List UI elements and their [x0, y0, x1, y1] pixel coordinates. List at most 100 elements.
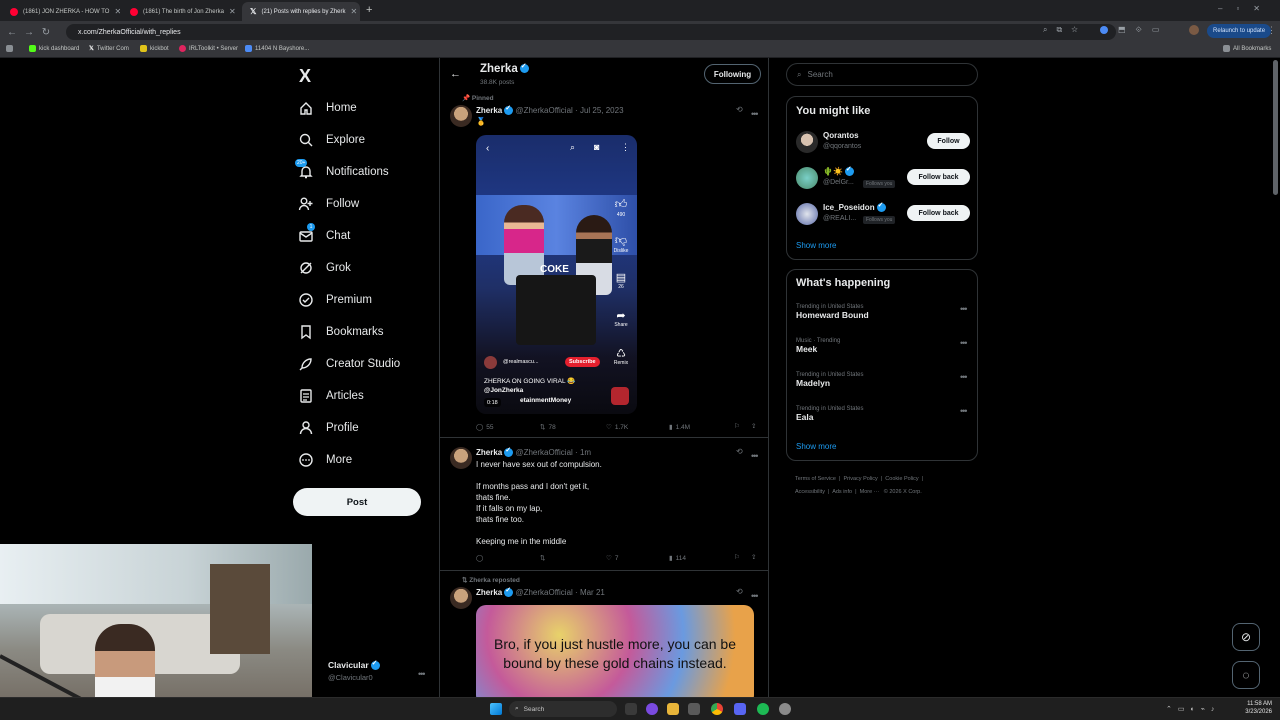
post-date[interactable]: 1m	[580, 448, 591, 457]
account-name[interactable]: Clavicular	[328, 659, 380, 671]
user-handle[interactable]: @DelGr...	[823, 179, 854, 186]
author-handle[interactable]: @ZherkaOfficial	[515, 106, 572, 115]
post-date[interactable]: Jul 25, 2023	[580, 106, 624, 115]
trend-more-icon[interactable]: •••	[960, 406, 968, 416]
trend-more-icon[interactable]: •••	[960, 304, 968, 314]
bookmark-button[interactable]: ⚐	[734, 553, 740, 561]
avatar[interactable]	[450, 105, 472, 127]
trend-item[interactable]: Trending in United States Eala •••	[796, 406, 972, 422]
channel-name[interactable]: @realmascu...	[503, 359, 539, 365]
bookmark-item[interactable]: 11404 N Bayshore...	[245, 45, 309, 52]
windows-start-icon[interactable]	[490, 703, 502, 715]
trend-item[interactable]: Music · Trending Meek •••	[796, 338, 972, 354]
back-arrow-icon[interactable]: ←	[450, 68, 461, 80]
post-more-icon[interactable]: •••	[751, 104, 759, 122]
grok-icon[interactable]: ⟲	[736, 587, 743, 596]
back-icon[interactable]: ←	[4, 24, 20, 40]
repost-button[interactable]: ⇅	[540, 554, 545, 562]
video-player[interactable]: COKE ‹ ⌕ ◙ ⋮ 👍︎ 490 👎︎ Dislike ▤ 26 ➦ Share …	[476, 135, 637, 414]
spotify-icon[interactable]	[757, 703, 769, 715]
taskbar-search[interactable]: ⌕ Search	[509, 701, 617, 717]
forward-icon[interactable]: →	[21, 24, 37, 40]
nav-item-chat[interactable]: 1 Chat	[298, 223, 350, 244]
show-more-link[interactable]: Show more	[796, 241, 836, 250]
footer-link[interactable]: More ···	[860, 489, 880, 495]
nav-item-bookmarks[interactable]: Bookmarks	[298, 324, 384, 340]
close-icon[interactable]: ✕	[114, 7, 120, 16]
close-icon[interactable]: ✕	[229, 7, 236, 16]
nav-item-more[interactable]: More	[298, 452, 352, 468]
discord-icon[interactable]	[734, 703, 746, 715]
video-back-icon[interactable]: ‹	[486, 143, 489, 154]
avatar[interactable]	[796, 203, 818, 225]
reply-button[interactable]: ◯ 55	[476, 423, 494, 432]
grok-icon[interactable]: ⟲	[736, 447, 743, 456]
nav-item-home[interactable]: Home	[298, 100, 357, 116]
author-name[interactable]: Zherka	[476, 106, 502, 115]
apps-icon[interactable]	[6, 45, 13, 52]
post-image[interactable]: Bro, if you just hustle more, you can be…	[476, 605, 754, 698]
nav-item-grok[interactable]: Grok	[298, 260, 351, 276]
post-more-icon[interactable]: •••	[751, 586, 759, 604]
address-bar-icons[interactable]: ⌕⧉☆	[1043, 25, 1087, 35]
following-button[interactable]: Following	[704, 64, 761, 84]
author-name[interactable]: Zherka	[476, 448, 502, 457]
avatar[interactable]	[450, 447, 472, 469]
camera-icon[interactable]: ◙	[594, 142, 599, 152]
all-bookmarks[interactable]: All Bookmarks	[1223, 45, 1271, 52]
menu-icon[interactable]: ⋮	[1267, 25, 1276, 36]
bookmark-item[interactable]: IRLToolkit • Server	[179, 45, 238, 52]
video-search-icon[interactable]: ⌕	[570, 142, 575, 153]
clock[interactable]: 11:58 AM 3/23/2026	[1236, 700, 1272, 716]
footer-link[interactable]: Ads info	[832, 489, 852, 495]
nav-item-explore[interactable]: Explore	[298, 132, 365, 148]
follow-back-button[interactable]: Follow back	[907, 205, 970, 221]
remix-thumbnail[interactable]	[611, 387, 629, 405]
channel-avatar[interactable]	[484, 356, 497, 369]
nav-item-creator-studio[interactable]: Creator Studio	[298, 356, 400, 372]
account-more-icon[interactable]: •••	[418, 664, 426, 682]
repost-button[interactable]: ⇅ 78	[540, 423, 556, 432]
show-more-link[interactable]: Show more	[796, 442, 836, 451]
views-button[interactable]: ▮ 1.4M	[669, 423, 690, 432]
avatar[interactable]	[796, 131, 818, 153]
trend-more-icon[interactable]: •••	[960, 372, 968, 382]
footer-link[interactable]: Cookie Policy	[885, 476, 918, 482]
video-menu-icon[interactable]: ⋮	[621, 142, 630, 153]
nav-item-premium[interactable]: Premium	[298, 292, 372, 308]
bookmark-button[interactable]: ⚐	[734, 422, 740, 430]
chrome-icon[interactable]	[711, 703, 723, 715]
footer-link[interactable]: Accessibility	[795, 489, 825, 495]
share-control[interactable]: ➦ Share	[610, 309, 632, 328]
comment-control[interactable]: ▤ 26	[610, 271, 632, 290]
nav-item-follow[interactable]: Follow	[298, 196, 359, 212]
dislike-control[interactable]: 👎︎ Dislike	[610, 233, 632, 254]
grok-floating-icon[interactable]: ⊘	[1232, 623, 1260, 651]
x-logo[interactable]: X	[299, 66, 311, 87]
app-icon[interactable]	[688, 703, 700, 715]
file-explorer-icon[interactable]	[667, 703, 679, 715]
close-icon[interactable]: ✕	[350, 7, 357, 16]
views-button[interactable]: ▮ 114	[669, 554, 686, 563]
chat-floating-icon[interactable]: ◌	[1232, 661, 1260, 689]
user-name[interactable]: Qorantos	[823, 131, 859, 140]
footer-link[interactable]: Privacy Policy	[844, 476, 878, 482]
follow-button[interactable]: Follow	[927, 133, 970, 149]
browser-tab-active[interactable]: 𝕏 (21) Posts with replies by Zherk ✕	[242, 2, 360, 21]
task-view-icon[interactable]	[625, 703, 637, 715]
bookmark-item[interactable]: kickbot	[140, 45, 169, 52]
user-name[interactable]: 🌵☀️	[823, 165, 854, 177]
reply-button[interactable]: ◯	[476, 554, 483, 562]
like-button[interactable]: ♡ 7	[606, 554, 618, 563]
bookmark-item[interactable]: 𝕏 Twitter Com	[89, 45, 129, 53]
avatar[interactable]	[796, 167, 818, 189]
tray-icons[interactable]: ⌃▭◐⌁♪	[1166, 705, 1220, 713]
author-name[interactable]: Zherka	[476, 588, 502, 597]
grok-icon[interactable]: ⟲	[736, 105, 743, 114]
scrollbar-thumb[interactable]	[1273, 60, 1278, 195]
relaunch-button[interactable]: Relaunch to update	[1207, 24, 1272, 38]
post-button[interactable]: Post	[293, 488, 421, 516]
user-handle[interactable]: @REALI...	[823, 215, 856, 222]
like-button[interactable]: ♡ 1.7K	[606, 423, 628, 432]
app-icon[interactable]	[646, 703, 658, 715]
